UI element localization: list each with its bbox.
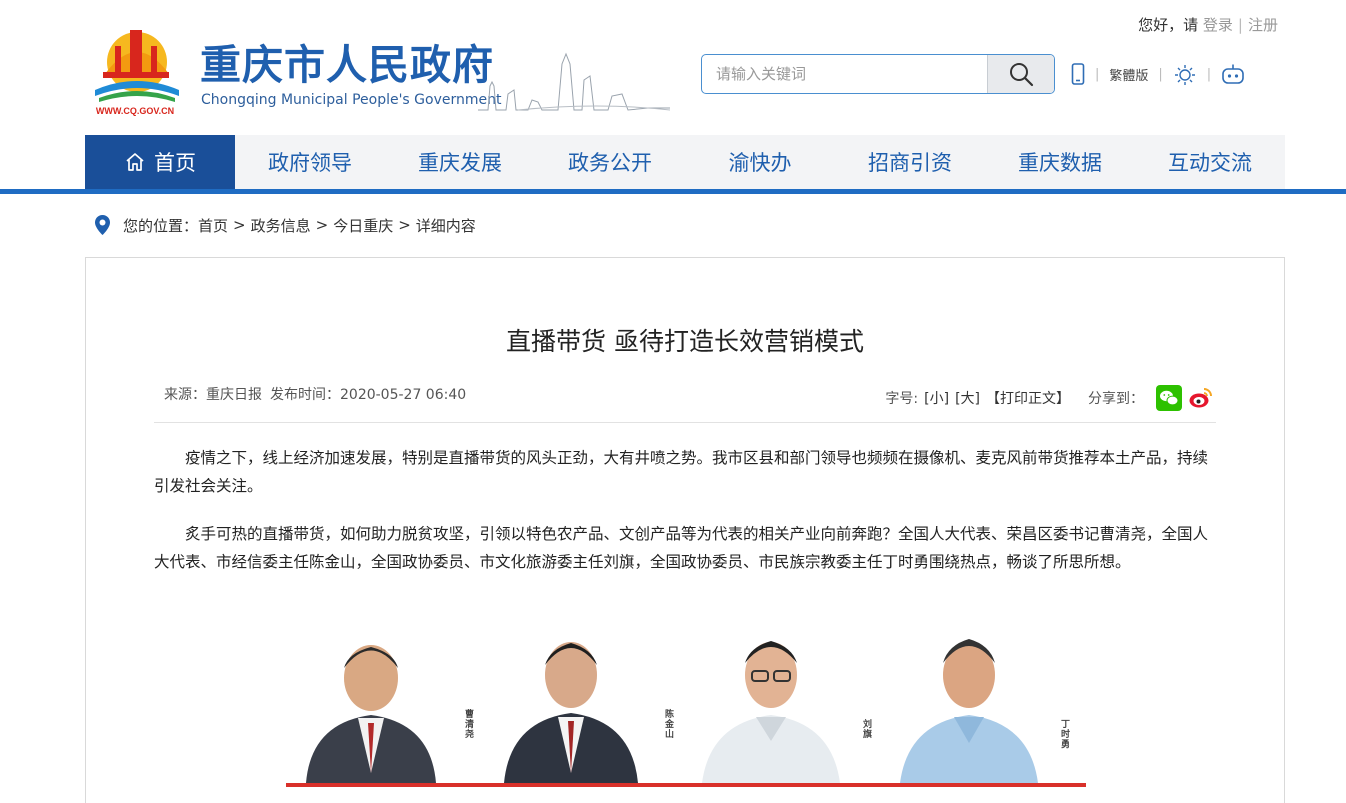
- breadcrumb-today[interactable]: 今日重庆: [333, 215, 393, 236]
- header-tools: | 繁體版 | |: [1071, 59, 1245, 89]
- portrait-photo: [504, 642, 638, 783]
- nav-item-home[interactable]: 首页: [85, 135, 235, 189]
- skyline-illustration: [478, 52, 670, 111]
- font-large-button[interactable]: [大]: [955, 388, 980, 408]
- nav-item-investment[interactable]: 招商引资: [835, 135, 985, 189]
- search-icon: [1010, 63, 1034, 87]
- logo-url-text: WWW.CQ.GOV.CN: [96, 106, 174, 116]
- login-link[interactable]: 登录: [1203, 16, 1233, 34]
- location-pin-icon: [95, 215, 110, 235]
- nav-item-leaders[interactable]: 政府领导: [235, 135, 385, 189]
- breadcrumb: 您的位置： 首页 > 政务信息 > 今日重庆 > 详细内容: [94, 214, 476, 236]
- site-name[interactable]: 重庆市人民政府: [200, 41, 494, 89]
- article-figure: 曹清尧 陈金山 刘旗 丁时勇: [286, 613, 1086, 787]
- elderly-mode-icon[interactable]: [1173, 63, 1197, 85]
- search-bar: [701, 54, 1055, 94]
- home-icon: [126, 153, 144, 171]
- nav-label: 首页: [154, 151, 196, 175]
- article-panel: 直播带货 亟待打造长效营销模式 来源：重庆日报 发布时间：2020-05-27 0…: [85, 257, 1285, 803]
- article-title: 直播带货 亟待打造长效营销模式: [506, 327, 864, 356]
- figure-red-rule: [286, 783, 1086, 787]
- article-paragraph: 疫情之下，线上经济加速发展，特别是直播带货的风头正劲，大有井喷之势。我市区县和部…: [154, 449, 1209, 495]
- nav-item-data[interactable]: 重庆数据: [985, 135, 1135, 189]
- share-label: 分享到：: [1088, 391, 1144, 407]
- breadcrumb-home[interactable]: 首页: [198, 215, 228, 236]
- divider: |: [1237, 16, 1243, 34]
- nav-underline: [0, 189, 1346, 194]
- nav-item-yukuaiban[interactable]: 渝快办: [685, 135, 835, 189]
- portrait-photo: [702, 641, 840, 783]
- robot-icon[interactable]: [1221, 63, 1245, 85]
- article-meta: 来源：重庆日报 发布时间：2020-05-27 06:40: [164, 384, 466, 404]
- mobile-icon[interactable]: [1071, 63, 1085, 85]
- article-tools: 字号: [小] [大] 【打印正文】 分享到：: [885, 385, 1214, 411]
- register-link[interactable]: 注册: [1248, 16, 1278, 34]
- user-links: 您好，请 登录 | 注册: [1138, 14, 1278, 35]
- search-button[interactable]: [987, 55, 1054, 93]
- font-size-label: 字号:: [885, 391, 919, 407]
- portrait-photo: [900, 639, 1038, 783]
- main-nav: 首页 政府领导 重庆发展 政务公开 渝快办 招商引资 重庆数据 互动交流: [85, 135, 1285, 189]
- wechat-icon[interactable]: [1156, 385, 1182, 411]
- article-source: 来源：重庆日报: [164, 387, 262, 403]
- nav-item-development[interactable]: 重庆发展: [385, 135, 535, 189]
- greeting-text: 您好，请: [1138, 16, 1199, 34]
- figure-caption: 刘旗: [861, 719, 871, 739]
- font-small-button[interactable]: [小]: [924, 388, 949, 408]
- breadcrumb-current[interactable]: 详细内容: [416, 215, 476, 236]
- breadcrumb-prefix: 您的位置：: [123, 216, 199, 235]
- site-name-en: Chongqing Municipal People's Government: [201, 92, 502, 108]
- figure-caption: 陈金山: [663, 709, 673, 739]
- article-publish-time: 发布时间：2020-05-27 06:40: [270, 387, 467, 403]
- article-paragraph: 炙手可热的直播带货，如何助力脱贫攻坚，引领以特色农产品、文创产品等为代表的相关产…: [154, 525, 1209, 571]
- site-logo[interactable]: WWW.CQ.GOV.CN: [85, 24, 185, 116]
- search-input[interactable]: [702, 55, 988, 93]
- nav-item-interaction[interactable]: 互动交流: [1135, 135, 1285, 189]
- figure-caption: 曹清尧: [463, 709, 473, 739]
- breadcrumb-gov-info[interactable]: 政务信息: [251, 215, 311, 236]
- traditional-chinese-link[interactable]: 繁體版: [1109, 65, 1148, 84]
- figure-caption: 丁时勇: [1059, 719, 1069, 749]
- nav-item-public-affairs[interactable]: 政务公开: [535, 135, 685, 189]
- portrait-photo: [306, 645, 436, 783]
- print-button[interactable]: 【打印正文】: [986, 388, 1070, 408]
- weibo-icon[interactable]: [1188, 385, 1214, 411]
- meta-divider: [154, 422, 1216, 423]
